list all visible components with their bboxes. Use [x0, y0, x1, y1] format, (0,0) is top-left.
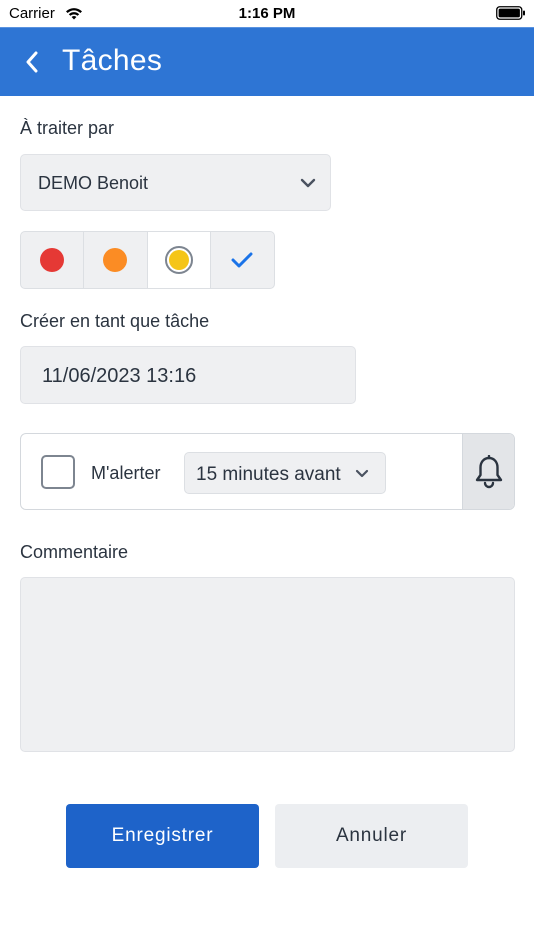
alert-delay-select[interactable]: 15 minutes avant	[184, 452, 386, 494]
yellow-dot-selected-icon	[164, 246, 193, 274]
alert-label: M'alerter	[91, 463, 161, 483]
comment-textarea[interactable]	[20, 577, 515, 752]
priority-option-red[interactable]	[21, 232, 85, 288]
cancel-button[interactable]: Annuler	[275, 804, 468, 868]
create-as-task-label: Créer en tant que tâche	[20, 311, 210, 331]
status-bar: Carrier 1:16 PM	[0, 0, 534, 27]
nav-bar: Tâches	[0, 27, 534, 96]
red-dot-icon	[40, 248, 65, 272]
assignee-value: DEMO Benoit	[38, 173, 149, 193]
bell-icon	[475, 454, 502, 488]
priority-selector	[20, 231, 275, 289]
assignee-select[interactable]: DEMO Benoit	[20, 154, 331, 211]
priority-option-done[interactable]	[211, 232, 274, 288]
alert-checkbox[interactable]	[41, 455, 75, 489]
battery-icon	[496, 6, 525, 20]
bell-button[interactable]	[462, 434, 514, 509]
orange-dot-icon	[103, 248, 128, 272]
priority-option-orange[interactable]	[84, 232, 148, 288]
alert-delay-value: 15 minutes avant	[196, 464, 341, 485]
status-time: 1:16 PM	[238, 5, 296, 22]
chevron-down-icon	[300, 178, 316, 188]
date-field[interactable]: 11/06/2023 13:16	[20, 346, 356, 404]
page-title: Tâches	[62, 44, 163, 77]
check-icon	[231, 252, 253, 268]
chevron-down-icon	[355, 469, 369, 478]
assignee-label: À traiter par	[20, 118, 115, 138]
priority-option-yellow[interactable]	[147, 232, 211, 288]
alert-row: M'alerter 15 minutes avant	[20, 433, 515, 510]
save-button[interactable]: Enregistrer	[66, 804, 259, 868]
back-button[interactable]	[14, 44, 50, 80]
comment-label: Commentaire	[20, 542, 129, 562]
chevron-left-icon	[26, 51, 38, 73]
date-value: 11/06/2023 13:16	[42, 365, 197, 387]
